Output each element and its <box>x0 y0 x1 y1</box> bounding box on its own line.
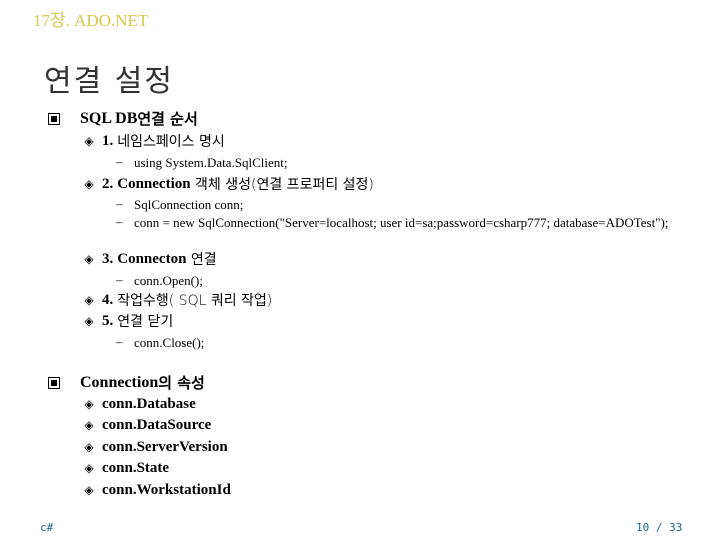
step-number: 3. <box>102 250 114 267</box>
footer-label: c# <box>40 521 54 534</box>
section-heading-ko: 의 속성 <box>158 374 205 392</box>
square-bullet-icon <box>48 376 60 389</box>
step-number: 4. <box>102 291 114 308</box>
chapter-header: 17장. ADO.NET <box>33 11 149 30</box>
property-item: ◈ conn.ServerVersion <box>82 439 228 456</box>
property-name: conn.DataSource <box>102 417 212 433</box>
code-text: conn.Close(); <box>134 335 205 350</box>
property-item: ◈ conn.DataSource <box>82 417 211 434</box>
property-item: ◈ conn.State <box>82 460 169 477</box>
code-line: – conn.Open(); <box>116 272 674 289</box>
step-label: 연결 <box>186 252 217 268</box>
step-2: ◈ 2. Connection 객체 생성(연결 프로퍼티 설정) <box>82 174 374 194</box>
step-label-en: Connection <box>117 175 191 192</box>
step-label: 연결 닫기 <box>117 314 174 330</box>
code-line: – SqlConnection conn; <box>116 196 674 213</box>
property-item: ◈ conn.Database <box>82 396 196 413</box>
dash-bullet: – <box>116 196 123 211</box>
step-label: 객체 생성(연결 프로퍼티 설정) <box>190 177 374 193</box>
section-heading-en: Connection <box>80 373 159 391</box>
property-name: conn.ServerVersion <box>102 439 228 455</box>
code-text: using System.Data.SqlClient; <box>134 155 288 170</box>
diamond-bullet-icon: ◈ <box>84 292 94 307</box>
step-number: 1. <box>102 132 114 149</box>
step-1: ◈ 1. 네임스페이스 명시 <box>82 131 225 151</box>
section-heading-sql-db: SQL DB 연결 순서 <box>48 108 198 129</box>
diamond-bullet-icon: ◈ <box>84 397 94 411</box>
code-text: SqlConnection conn; <box>134 197 244 212</box>
slide-title: 연결 설정 <box>44 64 174 99</box>
page-number: 10 / 33 <box>636 521 683 534</box>
step-label: 네임스페이스 명시 <box>117 134 225 150</box>
section-heading-en: SQL DB <box>80 109 138 127</box>
square-bullet-icon <box>48 112 60 125</box>
diamond-bullet-icon: ◈ <box>84 440 94 454</box>
step-5: ◈ 5. 연결 닫기 <box>82 311 173 331</box>
code-line: – conn.Close(); <box>116 334 674 351</box>
code-line: – conn = new SqlConnection("Server=local… <box>116 214 674 231</box>
section-heading-connection-properties: Connection 의 속성 <box>48 372 205 393</box>
code-text: conn = new SqlConnection("Server=localho… <box>134 215 669 230</box>
step-4: ◈ 4. 작업수행( SQL 쿼리 작업) <box>82 290 272 310</box>
property-name: conn.Database <box>102 396 196 412</box>
diamond-bullet-icon: ◈ <box>84 461 94 475</box>
step-3: ◈ 3. Connecton 연결 <box>82 249 217 269</box>
dash-bullet: – <box>116 154 123 169</box>
step-number: 2. <box>102 175 114 192</box>
code-line: – using System.Data.SqlClient; <box>116 154 674 171</box>
step-number: 5. <box>102 312 114 329</box>
property-name: conn.State <box>102 460 170 476</box>
code-text: conn.Open(); <box>134 273 203 288</box>
step-label-en: Connecton <box>117 250 187 267</box>
diamond-bullet-icon: ◈ <box>84 133 94 148</box>
diamond-bullet-icon: ◈ <box>84 418 94 432</box>
section-heading-ko: 연결 순서 <box>137 110 198 128</box>
diamond-bullet-icon: ◈ <box>84 313 94 328</box>
diamond-bullet-icon: ◈ <box>84 251 94 266</box>
dash-bullet: – <box>116 272 123 287</box>
dash-bullet: – <box>116 214 123 229</box>
step-label: 작업수행( SQL 쿼리 작업) <box>117 293 273 309</box>
property-name: conn.WorkstationId <box>102 482 231 498</box>
diamond-bullet-icon: ◈ <box>84 176 94 191</box>
dash-bullet: – <box>116 334 123 349</box>
property-item: ◈ conn.WorkstationId <box>82 482 231 499</box>
diamond-bullet-icon: ◈ <box>84 483 94 497</box>
